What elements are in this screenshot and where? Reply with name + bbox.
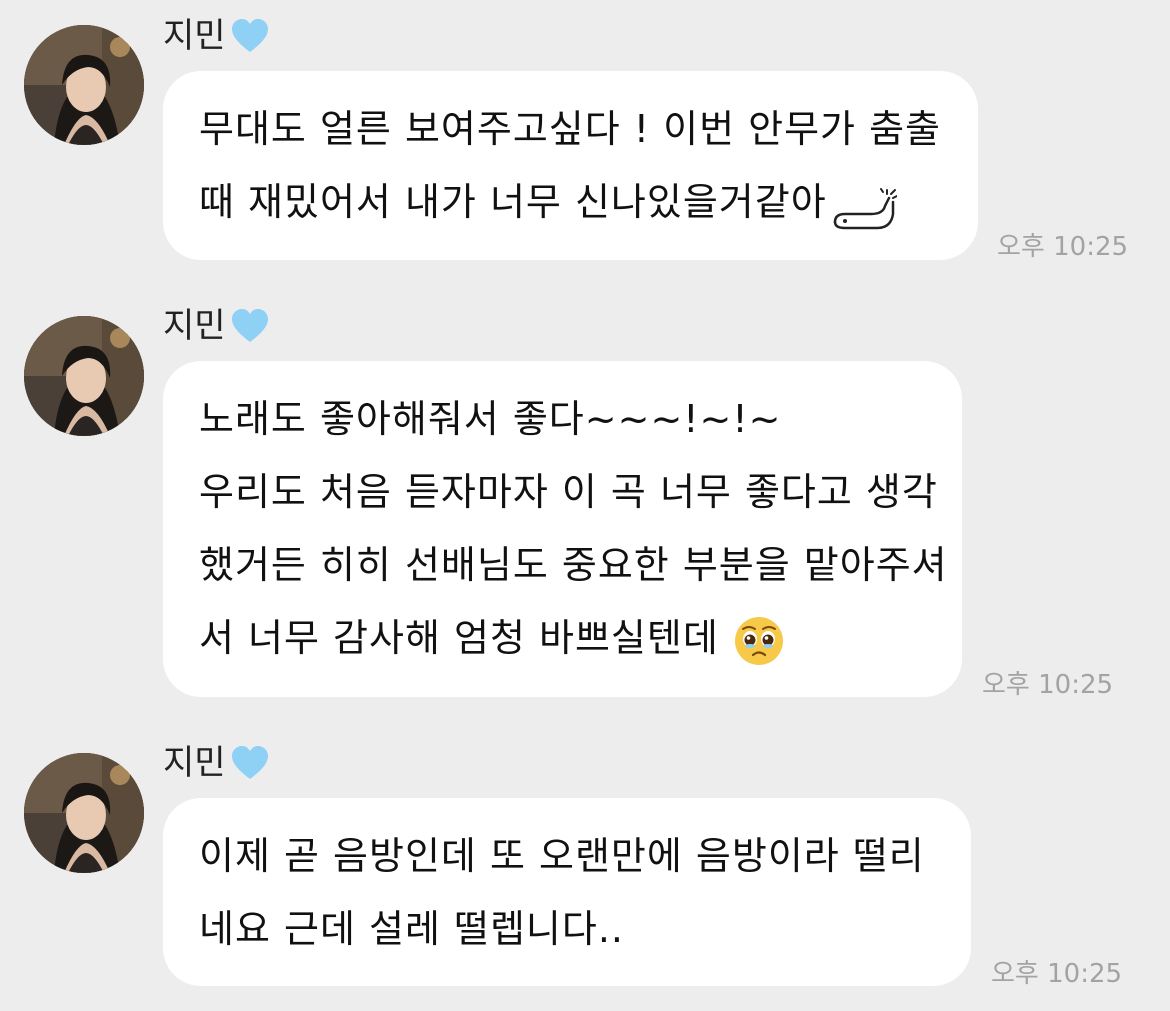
message-line: 이제 곧 음방인데 또 오랜만에 음방이라 떨리 [199, 834, 925, 878]
message-line-text: 때 재밌어서 내가 너무 신나있을거같아 [199, 180, 827, 224]
message-bubble[interactable]: 노래도 좋아해줘서 좋다~~~!~!~ 우리도 처음 듣자마자 이 곡 너무 좋… [163, 361, 962, 697]
heart-icon [230, 744, 270, 782]
sender-name: 지민 [163, 743, 270, 783]
message-bubble[interactable]: 무대도 얼른 보여주고싶다 ! 이번 안무가 춤출 때 재밌어서 내가 너무 신… [163, 71, 978, 260]
message-line-text: 서 너무 감사해 엄청 바쁘실텐데 [199, 616, 719, 660]
message-bubble[interactable]: 이제 곧 음방인데 또 오랜만에 음방이라 떨리 네요 근데 설레 떨렙니다.. [163, 798, 971, 986]
sender-name-label: 지민 [163, 743, 226, 783]
pleading-face-emoji-icon [733, 615, 785, 667]
message-line: 무대도 얼른 보여주고싶다 ! 이번 안무가 춤출 [199, 107, 941, 151]
sender-name: 지민 [163, 16, 270, 56]
message-time: 오후 10:25 [997, 232, 1129, 262]
avatar[interactable] [24, 25, 144, 145]
heart-icon [230, 307, 270, 345]
message-time: 오후 10:25 [982, 670, 1114, 700]
heart-icon [230, 17, 270, 55]
worm-doodle-sticker-icon [831, 183, 898, 229]
message-line: 우리도 처음 듣자마자 이 곡 너무 좋다고 생각 [199, 470, 938, 514]
message-line: 네요 근데 설레 떨렙니다.. [199, 907, 624, 951]
message-line: 때 재밌어서 내가 너무 신나있을거같아 [199, 166, 942, 239]
sender-name-label: 지민 [163, 16, 226, 56]
sender-name-label: 지민 [163, 306, 226, 346]
avatar[interactable] [24, 753, 144, 873]
message-line: 노래도 좋아해줘서 좋다~~~!~!~ [199, 397, 782, 441]
avatar[interactable] [24, 316, 144, 436]
message-line: 서 너무 감사해 엄청 바쁘실텐데 [199, 602, 926, 675]
message-line: 했거든 히히 선배님도 중요한 부분을 맡아주셔 [199, 543, 948, 587]
message-time: 오후 10:25 [991, 959, 1123, 989]
sender-name: 지민 [163, 306, 270, 346]
